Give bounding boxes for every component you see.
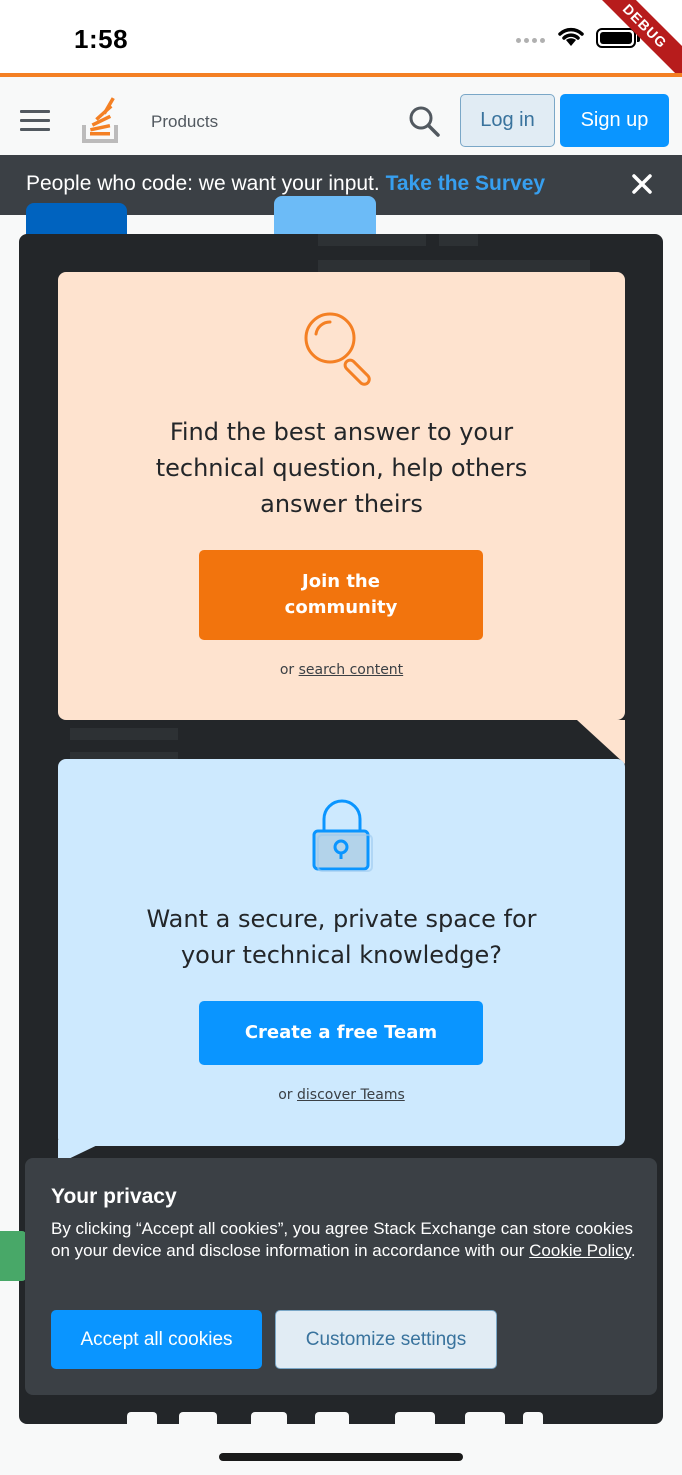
signup-button[interactable]: Sign up — [560, 94, 669, 147]
privacy-body-end: . — [630, 1241, 636, 1260]
create-free-team-button[interactable]: Create a free Team — [199, 1001, 483, 1065]
lock-icon — [312, 799, 373, 872]
hero-ghost-line — [70, 728, 178, 740]
survey-text: People who code: we want your input. — [26, 172, 386, 195]
hamburger-menu-icon[interactable] — [20, 110, 50, 131]
teams-alt-prefix: or — [278, 1087, 298, 1103]
community-alt-text: or search content — [58, 662, 625, 678]
community-heading: Find the best answer to your technical q… — [58, 414, 625, 522]
cellular-signal-icon — [516, 38, 545, 43]
hero-text-peek — [19, 1395, 663, 1424]
join-community-button[interactable]: Join the community — [199, 550, 483, 640]
search-content-link[interactable]: search content — [299, 662, 404, 678]
survey-message: People who code: we want your input. Tak… — [26, 172, 545, 196]
join-button-line: community — [284, 597, 398, 618]
side-feedback-tab[interactable] — [0, 1231, 26, 1281]
community-card: Find the best answer to your technical q… — [58, 272, 625, 720]
hero-ghost-line — [318, 234, 426, 246]
wifi-icon — [558, 27, 584, 46]
cookie-policy-link[interactable]: Cookie Policy — [529, 1241, 631, 1260]
take-survey-link[interactable]: Take the Survey — [386, 172, 546, 195]
discover-teams-link[interactable]: discover Teams — [297, 1087, 405, 1103]
status-bar: 1:58 DEBUG — [0, 0, 682, 88]
close-icon[interactable] — [630, 172, 654, 196]
stack-overflow-logo-icon[interactable] — [80, 97, 124, 145]
home-indicator[interactable] — [219, 1453, 463, 1461]
status-time: 1:58 — [74, 24, 129, 54]
login-button[interactable]: Log in — [460, 94, 555, 147]
products-link[interactable]: Products — [151, 112, 218, 132]
top-navigation-bar: Products Log in Sign up — [0, 73, 682, 155]
teams-card: Want a secure, private space for your te… — [58, 759, 625, 1146]
cookie-consent-dialog: Your privacy By clicking “Accept all coo… — [25, 1158, 657, 1395]
teams-heading-line: your technical knowledge? — [180, 941, 503, 969]
community-heading-line: Find the best answer to your — [169, 418, 514, 446]
teams-heading-line: Want a secure, private space for — [146, 905, 537, 933]
battery-icon — [596, 28, 636, 48]
hero-ghost-line — [439, 234, 478, 246]
privacy-title: Your privacy — [51, 1185, 177, 1208]
community-heading-line: technical question, help others — [155, 454, 528, 482]
teams-heading: Want a secure, private space for your te… — [58, 901, 625, 973]
privacy-body: By clicking “Accept all cookies”, you ag… — [51, 1218, 641, 1262]
magnifying-glass-icon — [304, 312, 371, 386]
search-icon[interactable] — [408, 105, 440, 137]
hero-ghost-line — [318, 260, 590, 272]
join-button-line: Join the — [302, 571, 380, 592]
community-heading-line: answer theirs — [260, 490, 423, 518]
community-alt-prefix: or — [279, 662, 299, 678]
customize-settings-button[interactable]: Customize settings — [275, 1310, 497, 1369]
accept-all-cookies-button[interactable]: Accept all cookies — [51, 1310, 262, 1369]
teams-alt-text: or discover Teams — [58, 1087, 625, 1103]
